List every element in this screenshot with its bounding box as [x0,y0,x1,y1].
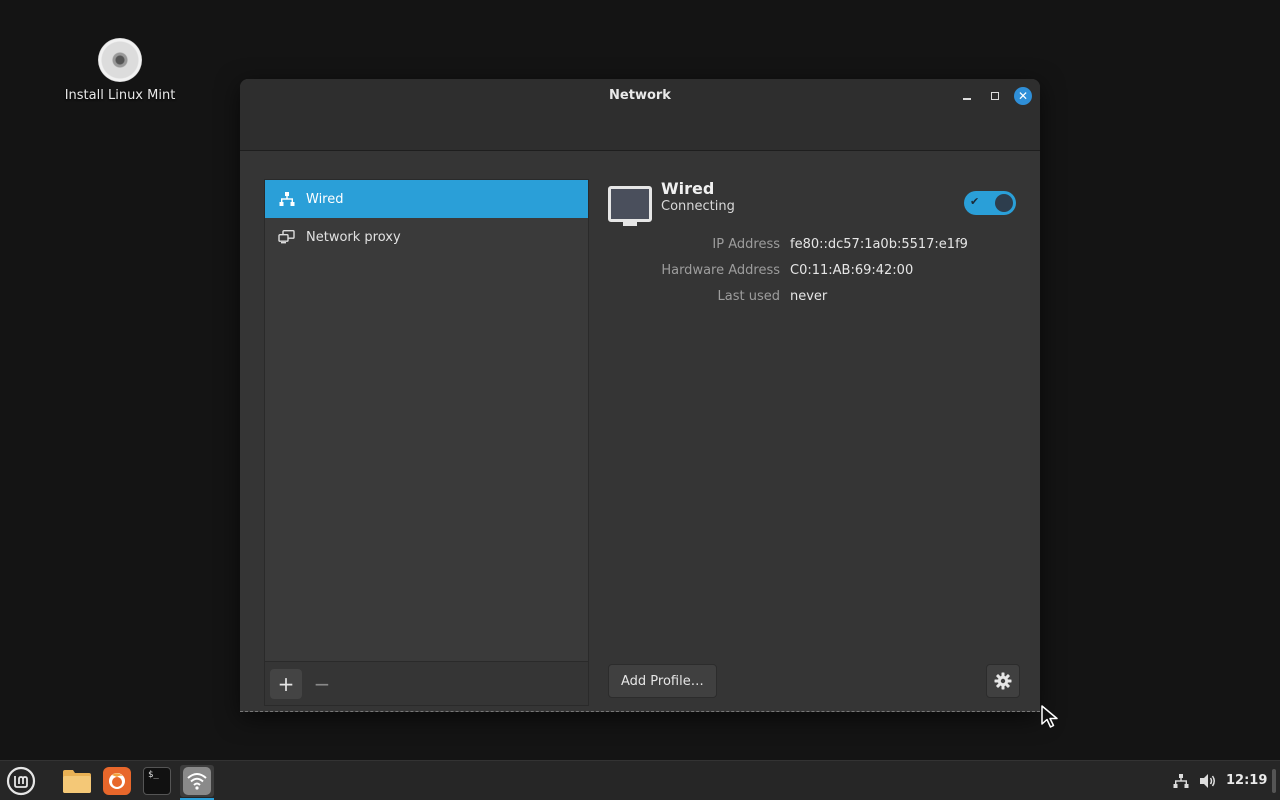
ethernet-port-icon [608,186,652,226]
desktop-icon-install-linux-mint[interactable]: Install Linux Mint [60,38,180,103]
wired-network-icon [278,191,296,207]
show-desktop-button[interactable] [1272,769,1276,793]
menu-icon [6,766,36,796]
network-settings-task[interactable] [180,765,214,800]
property-row-hardware: Hardware Address C0:11:AB:69:42:00 [608,263,1020,283]
property-value: never [790,289,828,304]
property-value: C0:11:AB:69:42:00 [790,263,914,278]
maximize-button[interactable] [986,87,1004,105]
files-launcher[interactable] [60,765,94,797]
sidebar-item-network-proxy[interactable]: Network proxy [265,218,588,256]
property-row-last-used: Last used never [608,289,1020,309]
minimize-icon [963,98,971,100]
connection-status: Connecting [661,199,735,214]
property-label: Hardware Address [661,263,780,278]
network-settings-icon [183,767,211,795]
add-profile-button[interactable]: Add Profile… [608,664,717,698]
connection-name: Wired [661,179,715,198]
desktop-icon-label: Install Linux Mint [64,88,176,103]
firefox-icon [103,767,131,795]
sidebar-toolbar: + − [265,661,588,705]
start-menu-button[interactable] [4,765,38,797]
sidebar-item-label: Network proxy [306,229,401,245]
connection-list: Wired Network proxy + − [264,179,589,706]
titlebar[interactable]: Network ✕ [240,79,1040,151]
taskbar: $_ 12:19 [0,760,1280,800]
add-connection-button[interactable]: + [270,669,302,699]
tray-network-button[interactable] [1172,773,1190,789]
network-proxy-icon [278,229,296,245]
close-button[interactable]: ✕ [1014,87,1032,105]
sidebar-item-label: Wired [306,191,344,207]
connection-settings-button[interactable] [986,664,1020,698]
property-label: Last used [717,289,780,304]
property-value: fe80::dc57:1a0b:5517:e1f9 [790,237,968,252]
toggle-knob [995,194,1013,212]
tray-volume-button[interactable] [1198,773,1218,789]
property-label: IP Address [712,237,780,252]
terminal-launcher[interactable]: $_ [140,765,174,797]
clock[interactable]: 12:19 [1226,773,1267,788]
sidebar-item-wired[interactable]: Wired [265,180,588,218]
files-icon [63,770,91,793]
network-window: Network ✕ Wired Network proxy + − Wired … [240,79,1040,712]
terminal-icon: $_ [143,767,171,795]
minimize-button[interactable] [958,87,976,105]
disc-icon [98,38,142,82]
connection-details: Wired Connecting ✔ IP Address fe80::dc57… [608,179,1020,706]
gear-icon [994,672,1012,690]
mouse-cursor-icon [1041,705,1058,728]
remove-connection-button[interactable]: − [306,669,338,699]
check-icon: ✔ [970,195,980,208]
connection-toggle[interactable]: ✔ [964,191,1016,215]
wired-network-icon [1173,774,1189,788]
window-resize-edge [240,711,1040,712]
close-icon: ✕ [1017,89,1029,103]
firefox-launcher[interactable] [100,765,134,797]
volume-icon [1200,774,1215,788]
property-row-ip: IP Address fe80::dc57:1a0b:5517:e1f9 [608,237,1020,257]
maximize-icon [991,92,999,100]
window-title: Network [609,88,671,103]
